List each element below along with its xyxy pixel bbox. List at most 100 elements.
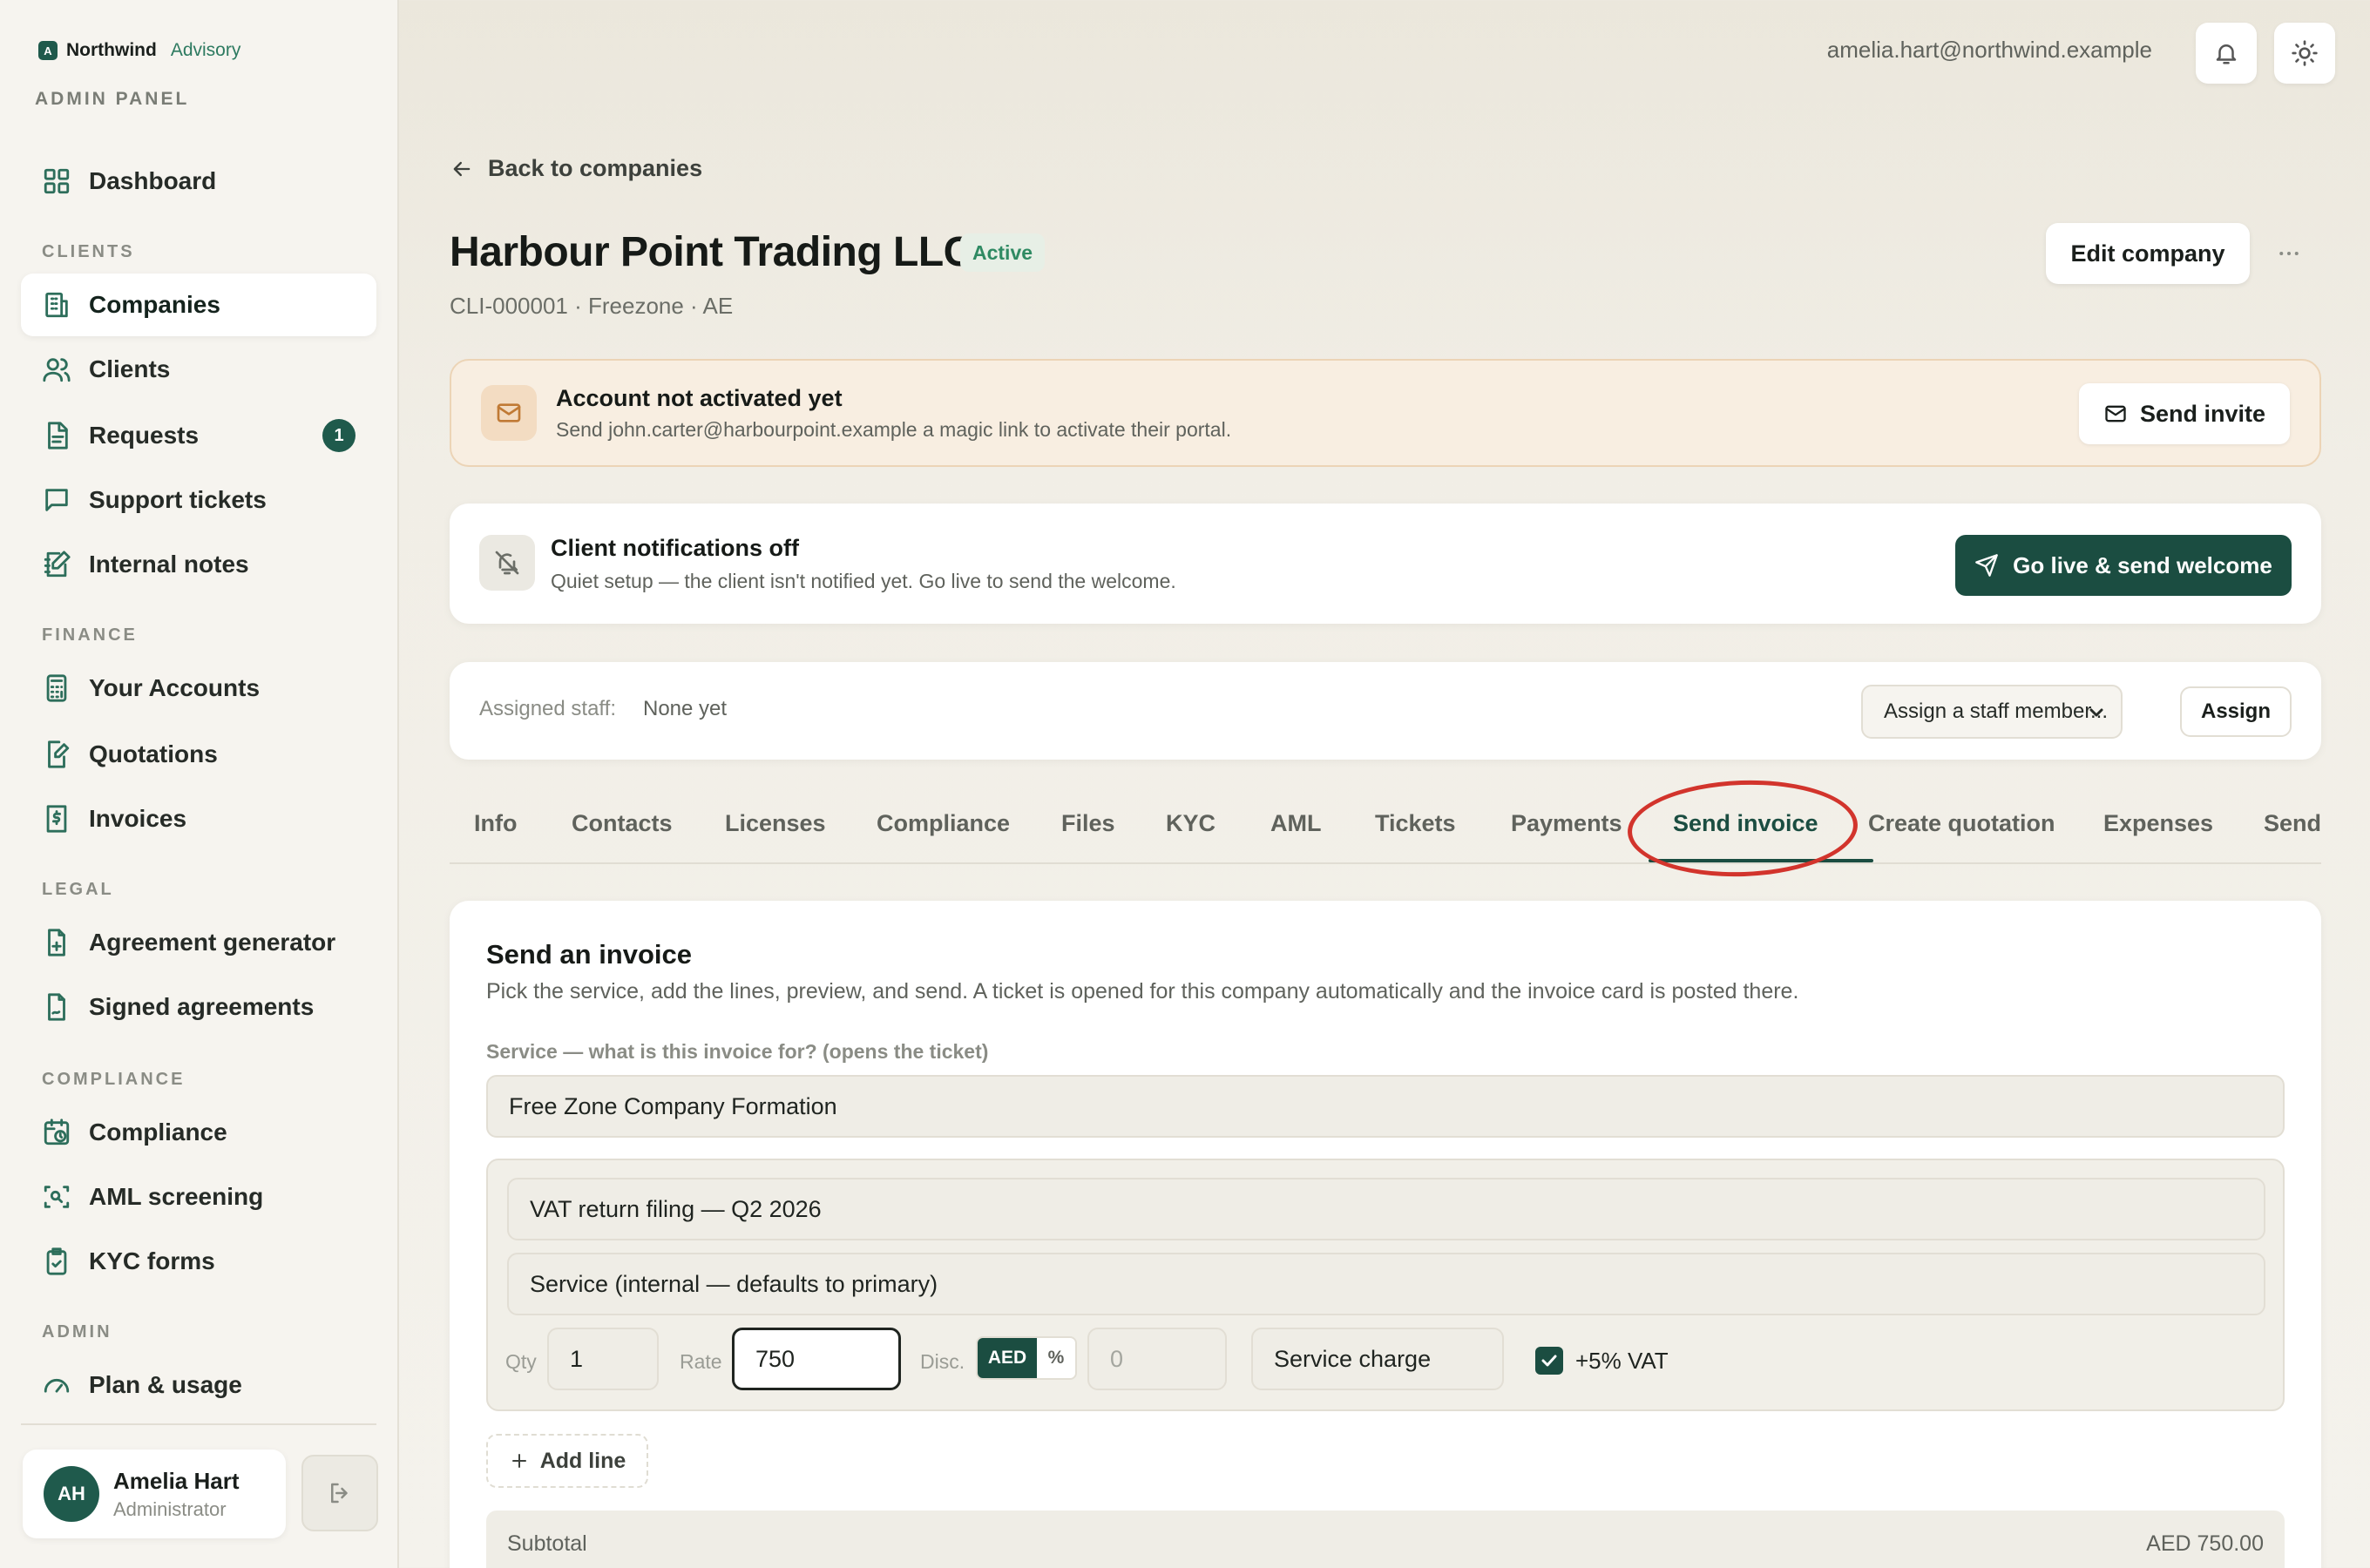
sidebar-item-label: KYC forms [89,1247,215,1274]
sidebar-item-support[interactable]: Support tickets [21,469,376,531]
sidebar-item-aml[interactable]: AML screening [21,1166,376,1228]
assign-button[interactable]: Assign [2180,686,2292,737]
logout-button[interactable] [301,1455,378,1531]
client-notifications-banner: Client notifications off Quiet setup — t… [450,504,2321,624]
add-line-button[interactable]: Add line [486,1434,648,1488]
plus-icon [511,1454,526,1468]
rate-label: Rate [680,1350,722,1373]
sidebar-item-accounts[interactable]: Your Accounts [21,657,376,720]
more-options-button[interactable] [2276,240,2302,267]
theme-toggle-button[interactable] [2274,23,2335,84]
tab-send-invoice[interactable]: Send invoice [1673,810,1818,837]
bell-off-icon [495,551,519,575]
sidebar-item-label: AML screening [89,1183,264,1210]
line-service-select[interactable]: Service (internal — defaults to primary) [507,1253,2265,1315]
sidebar-item-invoices[interactable]: Invoices [21,787,376,850]
sidebar-item-requests[interactable]: Requests 1 [21,404,376,467]
go-live-label: Go live & send welcome [2013,551,2272,578]
go-live-button[interactable]: Go live & send welcome [1955,535,2292,596]
requests-count-badge: 1 [322,419,356,452]
tab-payments[interactable]: Payments [1511,810,1622,837]
sidebar-item-label: Companies [89,291,220,318]
back-to-companies-link[interactable]: Back to companies [450,155,702,182]
file-pen-icon [48,740,70,768]
calculator-icon [46,674,67,702]
charge-type-select[interactable]: Service charge [1251,1328,1504,1390]
checkmark-icon [1541,1355,1557,1367]
section-legal: LEGAL [42,880,114,899]
receipt-dollar-icon [46,805,67,833]
users-icon [43,358,71,382]
file-plus-icon [48,929,65,956]
invoice-line: VAT return filing — Q2 2026 Service (int… [486,1159,2285,1411]
gauge-icon [44,1378,70,1393]
mail-icon [2105,405,2126,422]
mail-icon-wrapper [481,385,537,441]
sidebar-item-compliance[interactable]: Compliance [21,1101,376,1164]
sidebar-item-dashboard[interactable]: Dashboard [21,150,376,213]
staff-select-value: Assign a staff member... [1884,700,2109,723]
account-not-activated-banner: Account not activated yet Send john.cart… [450,359,2321,467]
sidebar-item-kyc[interactable]: KYC forms [21,1230,376,1293]
sidebar-item-label: Requests [89,422,200,449]
invoice-title: Send an invoice [486,939,693,970]
assigned-staff-value: None yet [643,697,728,720]
tab-info[interactable]: Info [474,810,517,837]
sidebar-item-label: Clients [89,355,171,382]
subtotal-label: Subtotal [507,1531,587,1556]
qty-value: 1 [570,1345,584,1372]
edit-company-button[interactable]: Edit company [2046,223,2250,284]
tab-kyc[interactable]: KYC [1166,810,1215,837]
sidebar-item-agreement-generator[interactable]: Agreement generator [21,911,376,974]
service-select[interactable]: Free Zone Company Formation [486,1075,2285,1138]
sidebar-item-plan[interactable]: Plan & usage [21,1354,376,1416]
sidebar-item-notes[interactable]: Internal notes [21,533,376,596]
rate-input[interactable]: 750 [732,1328,901,1390]
line-description-value: VAT return filing — Q2 2026 [530,1195,822,1222]
staff-select[interactable]: Assign a staff member... [1861,685,2123,739]
tab-expenses[interactable]: Expenses [2103,810,2213,837]
banner-title: Client notifications off [551,535,799,561]
send-invoice-card: Send an invoice Pick the service, add th… [450,901,2321,1568]
discount-aed-option[interactable]: AED [978,1338,1037,1378]
banner-title: Account not activated yet [556,385,843,411]
tab-compliance[interactable]: Compliance [877,810,1010,837]
sidebar-item-label: Support tickets [89,486,267,513]
sidebar-item-label: Compliance [89,1119,227,1146]
sidebar-item-companies[interactable]: Companies [21,274,376,336]
service-select-value: Free Zone Company Formation [509,1092,837,1119]
line-service-value: Service (internal — defaults to primary) [530,1270,938,1297]
discount-input[interactable]: 0 [1087,1328,1227,1390]
vat-label: +5% VAT [1575,1348,1669,1374]
tab-files[interactable]: Files [1061,810,1115,837]
discount-percent-option[interactable]: % [1037,1338,1075,1378]
sidebar-item-quotations[interactable]: Quotations [21,723,376,786]
user-card[interactable]: AH Amelia Hart Administrator [23,1450,286,1538]
tab-create-quotation[interactable]: Create quotation [1868,810,2055,837]
ellipsis-icon [2279,252,2299,255]
page-title: Harbour Point Trading LLC [450,229,973,275]
building-icon [45,292,68,318]
qty-input[interactable]: 1 [547,1328,659,1390]
mail-icon [497,403,521,422]
tab-tickets[interactable]: Tickets [1375,810,1456,837]
tab-aml[interactable]: AML [1270,810,1321,837]
active-tab-indicator [1649,859,1873,862]
brand[interactable]: A Northwind Advisory [38,40,240,61]
sidebar-item-clients[interactable]: Clients [21,338,376,401]
sidebar-item-label: Quotations [89,740,218,767]
line-description-input[interactable]: VAT return filing — Q2 2026 [507,1178,2265,1240]
vat-checkbox[interactable] [1535,1347,1563,1375]
tab-contacts[interactable]: Contacts [572,810,673,837]
tab-licenses[interactable]: Licenses [725,810,826,837]
user-role: Administrator [113,1497,227,1520]
notifications-button[interactable] [2196,23,2257,84]
sidebar-item-signed-agreements[interactable]: Signed agreements [21,976,376,1038]
brand-logo: A [38,41,58,60]
send-invite-button[interactable]: Send invite [2079,383,2290,444]
calendar-clock-icon [44,1119,70,1146]
company-meta: CLI-000001 · Freezone · AE [450,293,734,319]
admin-panel-label: ADMIN PANEL [35,89,190,109]
tab-send[interactable]: Send [2264,810,2321,837]
sun-icon [2292,40,2318,66]
